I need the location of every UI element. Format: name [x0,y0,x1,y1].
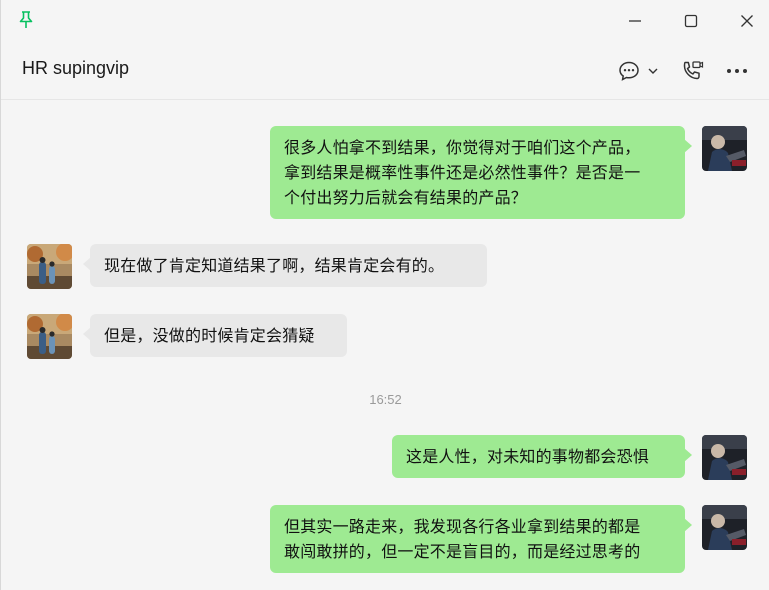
incoming-message-bubble[interactable]: 但是，没做的时候肯定会猜疑 [83,314,347,357]
message-line: 拿到结果是概率性事件还是必然性事件？是否是一 [284,163,641,182]
close-icon[interactable] [733,8,761,34]
incoming-message-bubble[interactable]: 现在做了肯定知道结果了啊，结果肯定会有的。 [83,244,487,287]
contact-avatar[interactable] [27,244,72,289]
chat-window: HR supingvip 很多人怕拿不到结果，你觉得对于咱们这个产品， 拿到结果… [0,0,769,590]
contact-avatar[interactable] [27,314,72,359]
chat-bubble-icon[interactable] [617,59,641,83]
pin-icon[interactable] [17,10,35,30]
chat-header: HR supingvip [1,42,769,100]
message-line: 现在做了肯定知道结果了啊，结果肯定会有的。 [104,256,445,275]
my-avatar[interactable] [702,126,747,171]
message-line: 个付出努力后就会有结果的产品？ [284,188,528,207]
outgoing-message-bubble[interactable]: 但其实一路走来，我发现各行各业拿到结果的都是 敢闯敢拼的，但一定不是盲目的，而是… [270,505,692,573]
more-icon[interactable] [725,60,749,82]
my-avatar[interactable] [702,435,747,480]
title-bar [1,0,769,42]
maximize-icon[interactable] [677,8,705,34]
chevron-down-icon[interactable] [646,63,660,79]
outgoing-message-bubble[interactable]: 很多人怕拿不到结果，你觉得对于咱们这个产品， 拿到结果是概率性事件还是必然性事件… [270,126,692,219]
message-timestamp: 16:52 [369,392,402,407]
message-line: 敢闯敢拼的，但一定不是盲目的，而是经过思考的 [284,542,641,561]
my-avatar[interactable] [702,505,747,550]
message-line: 但其实一路走来，我发现各行各业拿到结果的都是 [284,517,641,536]
outgoing-message-bubble[interactable]: 这是人性，对未知的事物都会恐惧 [392,435,692,478]
message-line: 但是，没做的时候肯定会猜疑 [104,326,315,345]
message-line: 这是人性，对未知的事物都会恐惧 [406,447,650,466]
minimize-icon[interactable] [621,8,649,34]
voice-call-icon[interactable] [680,59,704,83]
message-list[interactable]: 很多人怕拿不到结果，你觉得对于咱们这个产品， 拿到结果是概率性事件还是必然性事件… [1,101,769,590]
message-line: 很多人怕拿不到结果，你觉得对于咱们这个产品， [284,138,641,157]
chat-title: HR supingvip [22,58,130,78]
